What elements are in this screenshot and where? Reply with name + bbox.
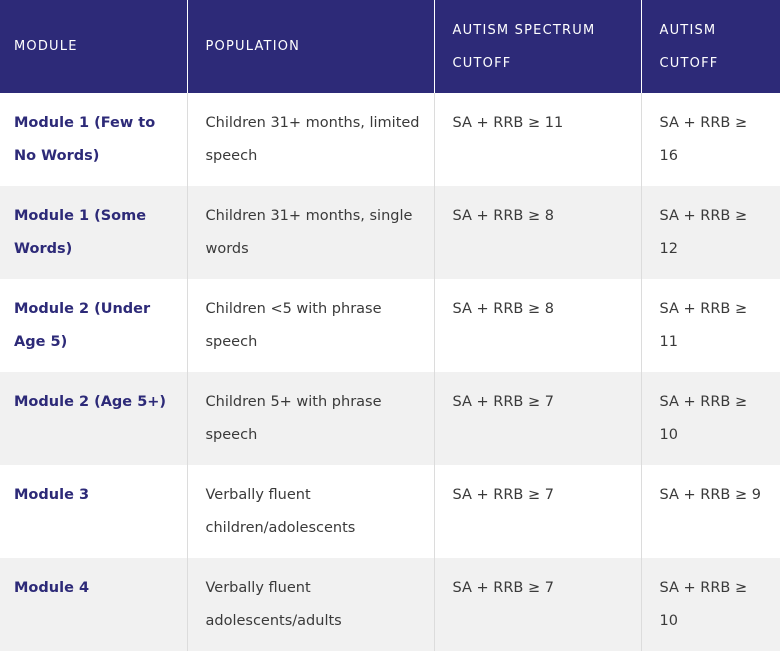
table-row: Module 4 Verbally fluent adolescents/adu… [0, 558, 780, 651]
table-row: Module 1 (Few to No Words) Children 31+ … [0, 93, 780, 186]
autism-cutoff-cell: SA + RRB ≥ 10 [659, 394, 748, 443]
autism-cutoff-cell: SA + RRB ≥ 12 [659, 208, 748, 257]
population-cell: Verbally fluent adolescents/adults [187, 558, 435, 651]
table-header: MODULE POPULATION AUTISM SPECTRUM CUTOFF… [0, 0, 780, 93]
table-row: Module 2 (Age 5+) Children 5+ with phras… [0, 372, 780, 465]
table-row: Module 1 (Some Words) Children 31+ month… [0, 186, 780, 279]
module-cell: Module 1 (Some Words) [0, 186, 188, 279]
spectrum-cutoff-cell: SA + RRB ≥ 8 [434, 186, 642, 279]
header-autism-cutoff: AUTISM CUTOFF [659, 22, 719, 71]
module-cell: Module 2 (Age 5+) [0, 372, 188, 465]
spectrum-cutoff-cell: SA + RRB ≥ 8 [434, 279, 642, 372]
module-cell: Module 3 [0, 465, 188, 558]
spectrum-cutoff-cell: SA + RRB ≥ 7 [434, 372, 642, 465]
header-module: MODULE [0, 0, 188, 93]
header-population: POPULATION [187, 0, 435, 93]
autism-cutoff-cell: SA + RRB ≥ 10 [659, 580, 748, 629]
autism-cutoff-cell: SA + RRB ≥ 16 [659, 115, 748, 164]
table-row: Module 3 Verbally fluent children/adoles… [0, 465, 780, 558]
table-row: Module 2 (Under Age 5) Children <5 with … [0, 279, 780, 372]
spectrum-cutoff-cell: SA + RRB ≥ 7 [434, 465, 642, 558]
spectrum-cutoff-cell: SA + RRB ≥ 11 [434, 93, 642, 186]
population-cell: Children 31+ months, limited speech [187, 93, 435, 186]
module-cell: Module 2 (Under Age 5) [0, 279, 188, 372]
population-cell: Children 31+ months, single words [187, 186, 435, 279]
autism-cutoff-cell: SA + RRB ≥ 11 [659, 301, 748, 350]
autism-cutoff-cell: SA + RRB ≥ 9 [659, 487, 761, 503]
table-body: Module 1 (Few to No Words) Children 31+ … [0, 93, 780, 651]
population-cell: Verbally fluent children/adolescents [187, 465, 435, 558]
spectrum-cutoff-cell: SA + RRB ≥ 7 [434, 558, 642, 651]
module-cell: Module 1 (Few to No Words) [0, 93, 188, 186]
population-cell: Children <5 with phrase speech [187, 279, 435, 372]
header-autism-spectrum-cutoff: AUTISM SPECTRUM CUTOFF [434, 0, 642, 93]
population-cell: Children 5+ with phrase speech [187, 372, 435, 465]
cutoff-table: MODULE POPULATION AUTISM SPECTRUM CUTOFF… [0, 0, 780, 651]
header-row: MODULE POPULATION AUTISM SPECTRUM CUTOFF… [0, 0, 780, 93]
module-cell: Module 4 [0, 558, 188, 651]
